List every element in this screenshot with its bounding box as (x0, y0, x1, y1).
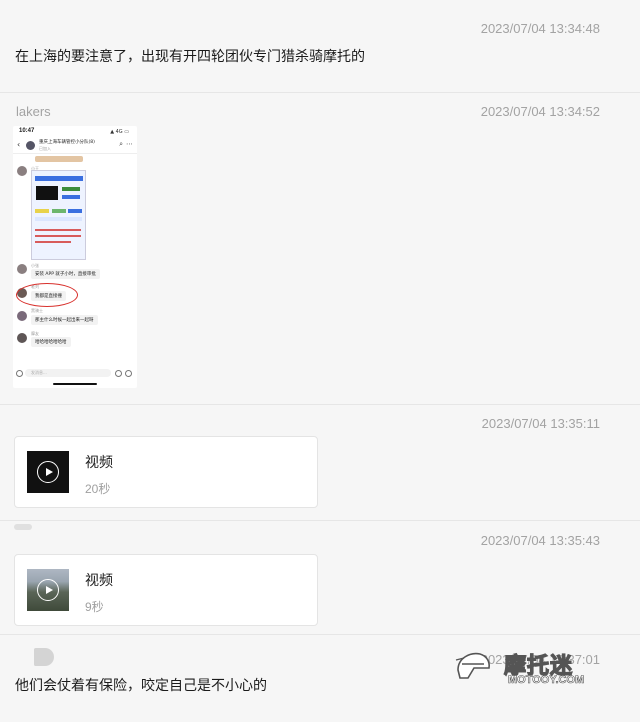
chat-username: 黑骑士 (31, 308, 43, 313)
message-text[interactable]: 在上海的要注意了，出现有开四轮团伙专门猎杀骑摩托的 (15, 46, 365, 66)
chat-bubble: 那主什么时候一起出来一起呀 (31, 315, 98, 325)
message-1: 2023/07/04 13:34:48 在上海的要注意了，出现有开四轮团伙专门猎… (0, 0, 640, 92)
message-3: 2023/07/04 13:35:11 视频 20秒 (0, 404, 640, 520)
inner-header (35, 176, 83, 181)
avatar (17, 333, 27, 343)
chat-input: 发消息... (25, 369, 111, 377)
red-highlight-circle (16, 283, 78, 307)
inner-field (52, 209, 66, 213)
video-thumbnail (27, 451, 69, 493)
video-title: 视频 (85, 455, 113, 471)
message-4: 2023/07/04 13:35:43 视频 9秒 (0, 520, 640, 634)
plus-icon (125, 370, 132, 377)
video-duration: 9秒 (85, 600, 104, 614)
inner-field (35, 217, 82, 221)
play-icon (37, 461, 59, 483)
video-card[interactable]: 视频 20秒 (14, 436, 318, 508)
emoji-icon (115, 370, 122, 377)
inner-line (35, 229, 81, 231)
inner-button (62, 195, 80, 199)
video-card[interactable]: 视频 9秒 (14, 554, 318, 626)
avatar (17, 264, 27, 274)
sender-name-blurred (14, 524, 32, 530)
search-icon: ⌕ (119, 140, 123, 148)
group-name: 重庆上海车辆管控小分队(8) (39, 140, 95, 145)
media-strip (35, 156, 83, 162)
inner-button (62, 187, 80, 191)
avatar (17, 166, 27, 176)
chat-bubble: 安装 APP 就子小时，直接审批 (31, 269, 100, 279)
message-text[interactable]: 他们会仗着有保险，咬定自己是不小心的 (15, 675, 267, 695)
group-subtitle: 已加入 (39, 146, 51, 151)
video-title: 视频 (85, 573, 113, 589)
status-icons: ▲ 4G ▭ (110, 129, 129, 135)
helmet-logo-icon (455, 652, 490, 679)
inner-button (68, 209, 82, 213)
inner-field (35, 209, 49, 213)
group-avatar (26, 141, 35, 150)
chat-nav-bar: ‹ 重庆上海车辆管控小分队(8) 已加入 ⌕ ⋯ (13, 138, 137, 154)
chat-bubble: 哈哈哈哈哈哈哈 (31, 337, 71, 347)
avatar (17, 311, 27, 321)
status-time: 10:47 (19, 128, 35, 134)
video-duration: 20秒 (85, 482, 111, 496)
embedded-phone-screenshot (31, 170, 86, 260)
message-time: 2023/07/04 13:34:52 (480, 104, 600, 119)
inner-line (35, 241, 71, 243)
more-icon: ⋯ (126, 140, 133, 148)
message-sender: lakers (16, 104, 51, 119)
message-time: 2023/07/04 13:34:48 (480, 21, 600, 36)
watermark-english: MOTOOY.COM (508, 674, 585, 687)
sender-avatar-partial (34, 648, 54, 666)
play-icon (37, 579, 59, 601)
home-indicator (53, 383, 97, 385)
screenshot-image[interactable]: 10:47 ▲ 4G ▭ ‹ 重庆上海车辆管控小分队(8) 已加入 ⌕ ⋯ 小王… (13, 126, 137, 388)
message-time: 2023/07/04 13:35:11 (481, 416, 600, 431)
inner-video (36, 186, 58, 200)
chat-input-bar: 发消息... (13, 366, 137, 380)
back-icon: ‹ (17, 140, 21, 149)
message-time: 2023/07/04 13:35:43 (480, 533, 600, 548)
voice-icon (16, 370, 23, 377)
inner-line (35, 235, 81, 237)
watermark: 摩托迷 MOTOOY.COM (454, 642, 604, 692)
video-thumbnail (27, 569, 69, 611)
